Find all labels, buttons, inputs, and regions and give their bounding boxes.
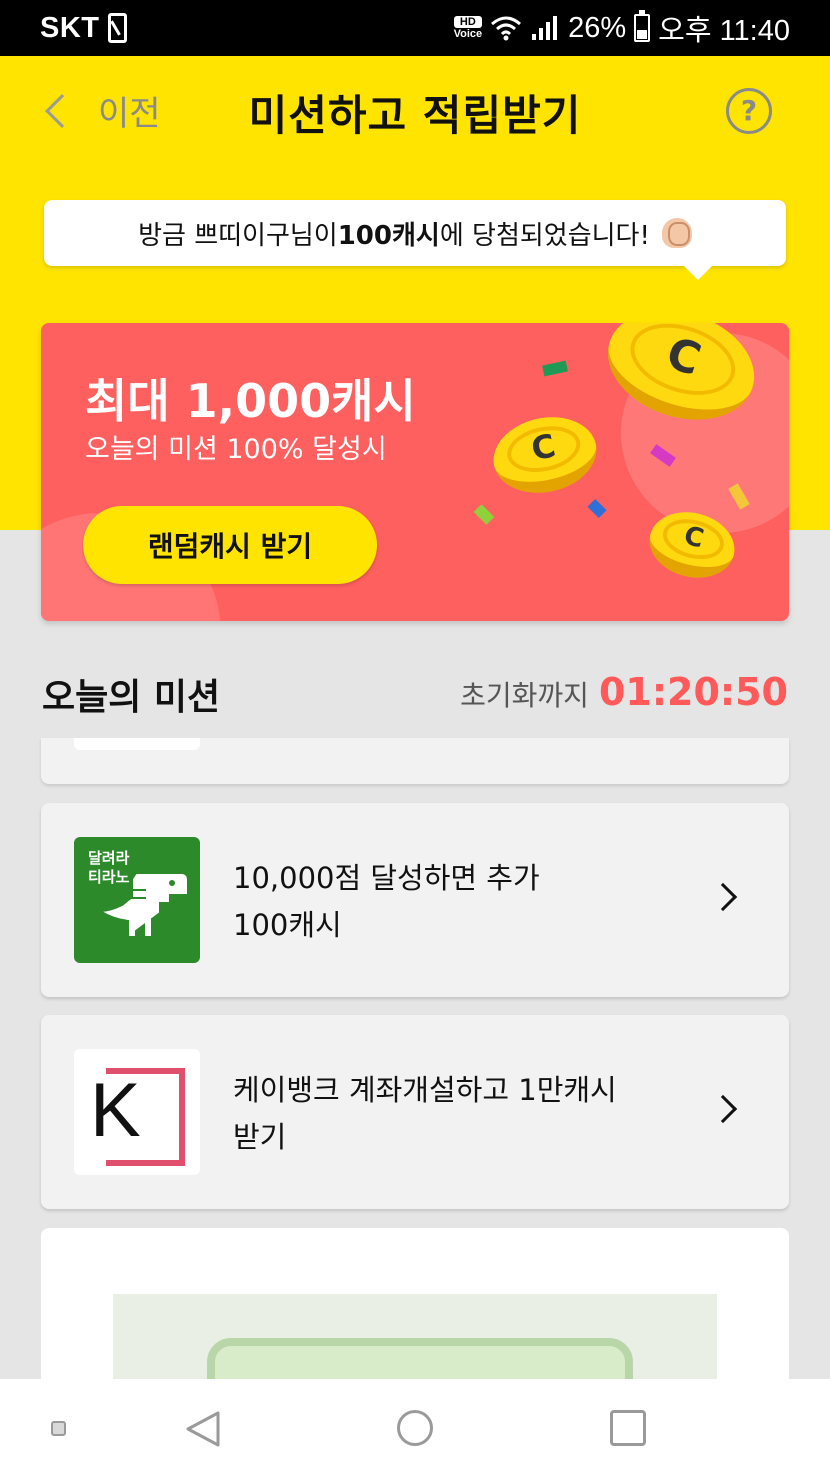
kbank-thumbnail: K <box>74 1049 200 1175</box>
reset-label: 초기화까지 <box>460 679 589 712</box>
app-header: 이전 미션하고 적립받기 ? <box>0 56 830 166</box>
mission-text-line: 받기 <box>233 1120 287 1154</box>
hd-label: HD <box>453 16 483 28</box>
signal-icon <box>532 16 558 40</box>
page-title: 미션하고 적립받기 <box>248 91 582 140</box>
mission-text: 케이뱅크 계좌개설하고 1만캐시 받기 <box>233 1067 673 1161</box>
kbank-logo-letter: K <box>90 1068 141 1153</box>
promo-card: 최대 1,000캐시 오늘의 미션 100% 달성시 랜덤캐시 받기 <box>41 323 789 621</box>
reset-timer: 01:20:50 <box>598 670 788 714</box>
mission-text-line: 10,000점 달성하면 추가 <box>233 861 540 895</box>
toast-suffix: 에 당첨되었습니다! <box>439 220 650 251</box>
nav-back-icon[interactable] <box>184 1409 224 1449</box>
mission-text-line: 케이뱅크 계좌개설하고 1만캐시 <box>233 1073 617 1107</box>
battery-icon <box>634 10 651 42</box>
nav-home-icon[interactable] <box>397 1410 433 1446</box>
toast-amount: 100캐시 <box>337 220 440 251</box>
promo-subtitle: 오늘의 미션 100% 달성시 <box>85 434 387 465</box>
nav-recent-apps-icon[interactable] <box>610 1410 646 1446</box>
toast-prefix: 방금 쁘띠이구님이 <box>138 220 338 251</box>
mission-thumbnail <box>74 738 200 750</box>
confetti-decoration <box>542 360 568 377</box>
voice-label: Voice <box>453 28 483 40</box>
confetti-decoration <box>587 498 607 519</box>
wifi-icon <box>491 16 522 41</box>
mission-card[interactable]: 달려라 티라노 10,000점 달성하면 추가 100캐시 <box>41 803 789 997</box>
no-sim-icon <box>107 13 127 43</box>
clapping-hands-icon <box>661 218 692 248</box>
coin-icon <box>486 407 604 503</box>
winner-toast: 방금 쁘띠이구님이 100캐시 에 당첨되었습니다! <box>44 200 786 280</box>
carrier-label: SKT <box>40 11 100 44</box>
chevron-right-icon <box>708 882 738 912</box>
promo-title: 최대 1,000캐시 <box>85 374 416 428</box>
mission-card[interactable]: K 케이뱅크 계좌개설하고 1만캐시 받기 <box>41 1015 789 1209</box>
system-nav-bar <box>0 1379 830 1476</box>
hd-voice-icon: HD Voice <box>453 16 483 40</box>
confetti-decoration <box>473 504 495 525</box>
status-bar: SKT HD Voice 26% 오후 11:40 <box>0 0 830 56</box>
battery-percent: 26% <box>568 11 627 44</box>
dinosaur-icon <box>96 872 189 938</box>
tyrano-game-thumbnail: 달려라 티라노 <box>74 837 200 963</box>
mission-text-line: 100캐시 <box>233 908 342 942</box>
section-title: 오늘의 미션 <box>42 677 221 718</box>
help-icon[interactable]: ? <box>726 88 772 134</box>
nav-dot-icon[interactable] <box>51 1421 66 1436</box>
reset-countdown: 초기화까지 01:20:50 <box>460 670 788 714</box>
random-cash-button[interactable]: 랜덤캐시 받기 <box>83 506 377 584</box>
clock: 오후 11:40 <box>658 15 790 47</box>
mission-text: 10,000점 달성하면 추가 100캐시 <box>233 855 673 949</box>
mission-card-partial[interactable] <box>41 738 789 784</box>
chevron-right-icon <box>708 1094 738 1124</box>
